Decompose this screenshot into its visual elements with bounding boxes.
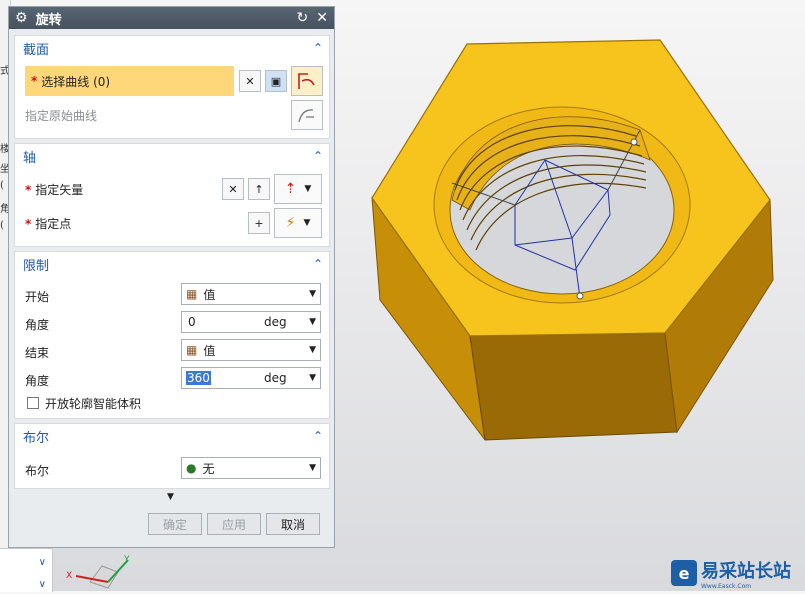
end-type-value: 值 [203, 343, 216, 358]
chevron-down-icon: ▼ [303, 218, 311, 228]
end-angle-unit: deg [264, 371, 287, 385]
chevron-down-icon: ▼ [309, 463, 316, 473]
strip-char: ( [0, 180, 4, 191]
sketch-section-icon[interactable]: ▣ [265, 70, 287, 92]
chevron-up-icon[interactable]: ⌃ [313, 41, 323, 55]
bottom-left-panel: ∨ ∨ [0, 548, 53, 592]
boolean-group: 布尔 ⌃ 布尔 ● 无 ▼ [14, 423, 330, 489]
watermark-subtext: Www.Easck.Com [701, 582, 752, 590]
origin-curve-glyph [298, 109, 314, 123]
specify-point-label: 指定点 [35, 216, 72, 231]
boolean-label: 布尔 [25, 464, 50, 478]
axis-title: 轴 [23, 150, 37, 166]
specify-vector-row[interactable]: * 指定矢量 [25, 181, 83, 198]
chevron-down-icon[interactable]: ▼ [309, 373, 316, 383]
boolean-title: 布尔 [23, 430, 50, 446]
chevron-up-icon[interactable]: ⌃ [313, 429, 323, 443]
boolean-value: 无 [202, 461, 215, 476]
rotate-dialog: ⚙ 旋转 ↻ ✕ 截面 ⌃ * 选择曲线 (0) ✕ ▣ 指定原始曲线 轴 ⌃ … [8, 6, 335, 548]
axis-header[interactable]: 轴 ⌃ [15, 144, 329, 168]
dialog-footer: 确定 应用 取消 [14, 504, 330, 544]
end-angle-field[interactable]: 360 deg ▼ [181, 367, 321, 389]
origin-curve-icon[interactable] [291, 100, 323, 130]
chevron-down-icon: ▼ [304, 184, 312, 194]
ok-button[interactable]: 确定 [148, 513, 202, 535]
limits-header[interactable]: 限制 ⌃ [15, 252, 329, 276]
watermark-logo-icon: e [671, 560, 697, 586]
close-icon[interactable]: ✕ [316, 10, 328, 26]
point-type-dropdown[interactable]: ⚡ ▼ [274, 208, 322, 238]
curve-glyph [298, 73, 315, 89]
specify-point-row[interactable]: * 指定点 [25, 215, 71, 232]
vector-icon: ⇡ [284, 181, 297, 197]
value-icon: ▦ [186, 287, 198, 301]
chevron-up-icon[interactable]: ⌃ [313, 257, 323, 271]
end-type-select[interactable]: ▦ 值 ▼ [181, 339, 321, 361]
reset-icon[interactable]: ↻ [297, 10, 309, 26]
start-angle-field[interactable]: 0 deg ▼ [181, 311, 321, 333]
chevron-down-icon[interactable]: ▼ [309, 317, 316, 327]
chevron-down-icon: ▼ [309, 345, 316, 355]
point-icon: ⚡ [285, 215, 296, 231]
watermark-text: 易采站长站 [701, 560, 791, 582]
deselect-icon[interactable]: ✕ [239, 70, 261, 92]
chevron-down-icon[interactable]: ∨ [39, 557, 46, 568]
vector-type-dropdown[interactable]: ⇡ ▼ [274, 174, 322, 204]
start-angle-value: 0 [188, 315, 196, 329]
end-label: 结束 [25, 346, 50, 360]
section-header[interactable]: 截面 ⌃ [15, 36, 329, 60]
gear-icon[interactable]: ⚙ [15, 10, 28, 26]
chevron-down-icon: ▼ [309, 289, 316, 299]
chevron-down-icon[interactable]: ∨ [39, 579, 46, 590]
deselect-icon[interactable]: ✕ [222, 178, 244, 200]
y-axis-label: Y [123, 555, 130, 565]
limits-title: 限制 [23, 258, 50, 274]
vector-dialog-icon[interactable]: ↑ [248, 178, 270, 200]
select-curve-label: 选择曲线 (0) [41, 74, 111, 89]
required-star: * [25, 216, 32, 231]
open-profile-checkbox[interactable] [27, 397, 39, 409]
dialog-title: 旋转 [35, 12, 62, 28]
cancel-button[interactable]: 取消 [266, 513, 320, 535]
more-options-icon[interactable]: ▼ [167, 492, 174, 502]
wcs-triad: Y X [66, 555, 130, 589]
watermark: e 易采站长站 Www.Easck.Com [671, 557, 805, 590]
select-curve-row[interactable]: * 选择曲线 (0) [25, 66, 234, 96]
start-type-value: 值 [203, 287, 216, 302]
watermark-text-block: 易采站长站 Www.Easck.Com [697, 557, 791, 590]
open-profile-label: 开放轮廓智能体积 [45, 397, 142, 411]
dialog-titlebar[interactable]: ⚙ 旋转 ↻ ✕ [9, 7, 334, 29]
value-icon: ▦ [186, 343, 198, 357]
chevron-up-icon[interactable]: ⌃ [313, 149, 323, 163]
strip-char: ( [0, 220, 4, 231]
start-angle-unit: deg [264, 315, 287, 329]
boolean-select[interactable]: ● 无 ▼ [181, 457, 321, 479]
axis-group: 轴 ⌃ * 指定矢量 ✕ ↑ ⇡ ▼ * 指定点 + ⚡ ▼ [14, 143, 330, 247]
required-star: * [31, 74, 38, 88]
start-angle-label: 角度 [25, 318, 50, 332]
end-angle-value: 360 [186, 371, 211, 385]
section-group: 截面 ⌃ * 选择曲线 (0) ✕ ▣ 指定原始曲线 [14, 35, 330, 139]
curve-icon[interactable] [291, 66, 323, 96]
x-axis-label: X [66, 571, 72, 581]
boolean-none-icon: ● [186, 461, 197, 475]
specify-origin-curve-label: 指定原始曲线 [25, 108, 98, 123]
start-type-select[interactable]: ▦ 值 ▼ [181, 283, 321, 305]
specify-vector-label: 指定矢量 [35, 182, 84, 197]
required-star: * [25, 182, 32, 197]
boolean-header[interactable]: 布尔 ⌃ [15, 424, 329, 448]
start-label: 开始 [25, 290, 50, 304]
section-title: 截面 [23, 42, 50, 58]
end-angle-label: 角度 [25, 374, 50, 388]
point-dialog-icon[interactable]: + [248, 212, 270, 234]
apply-button[interactable]: 应用 [207, 513, 261, 535]
limits-group: 限制 ⌃ 开始 ▦ 值 ▼ 角度 0 deg ▼ 结束 ▦ 值 ▼ 角度 360… [14, 251, 330, 419]
